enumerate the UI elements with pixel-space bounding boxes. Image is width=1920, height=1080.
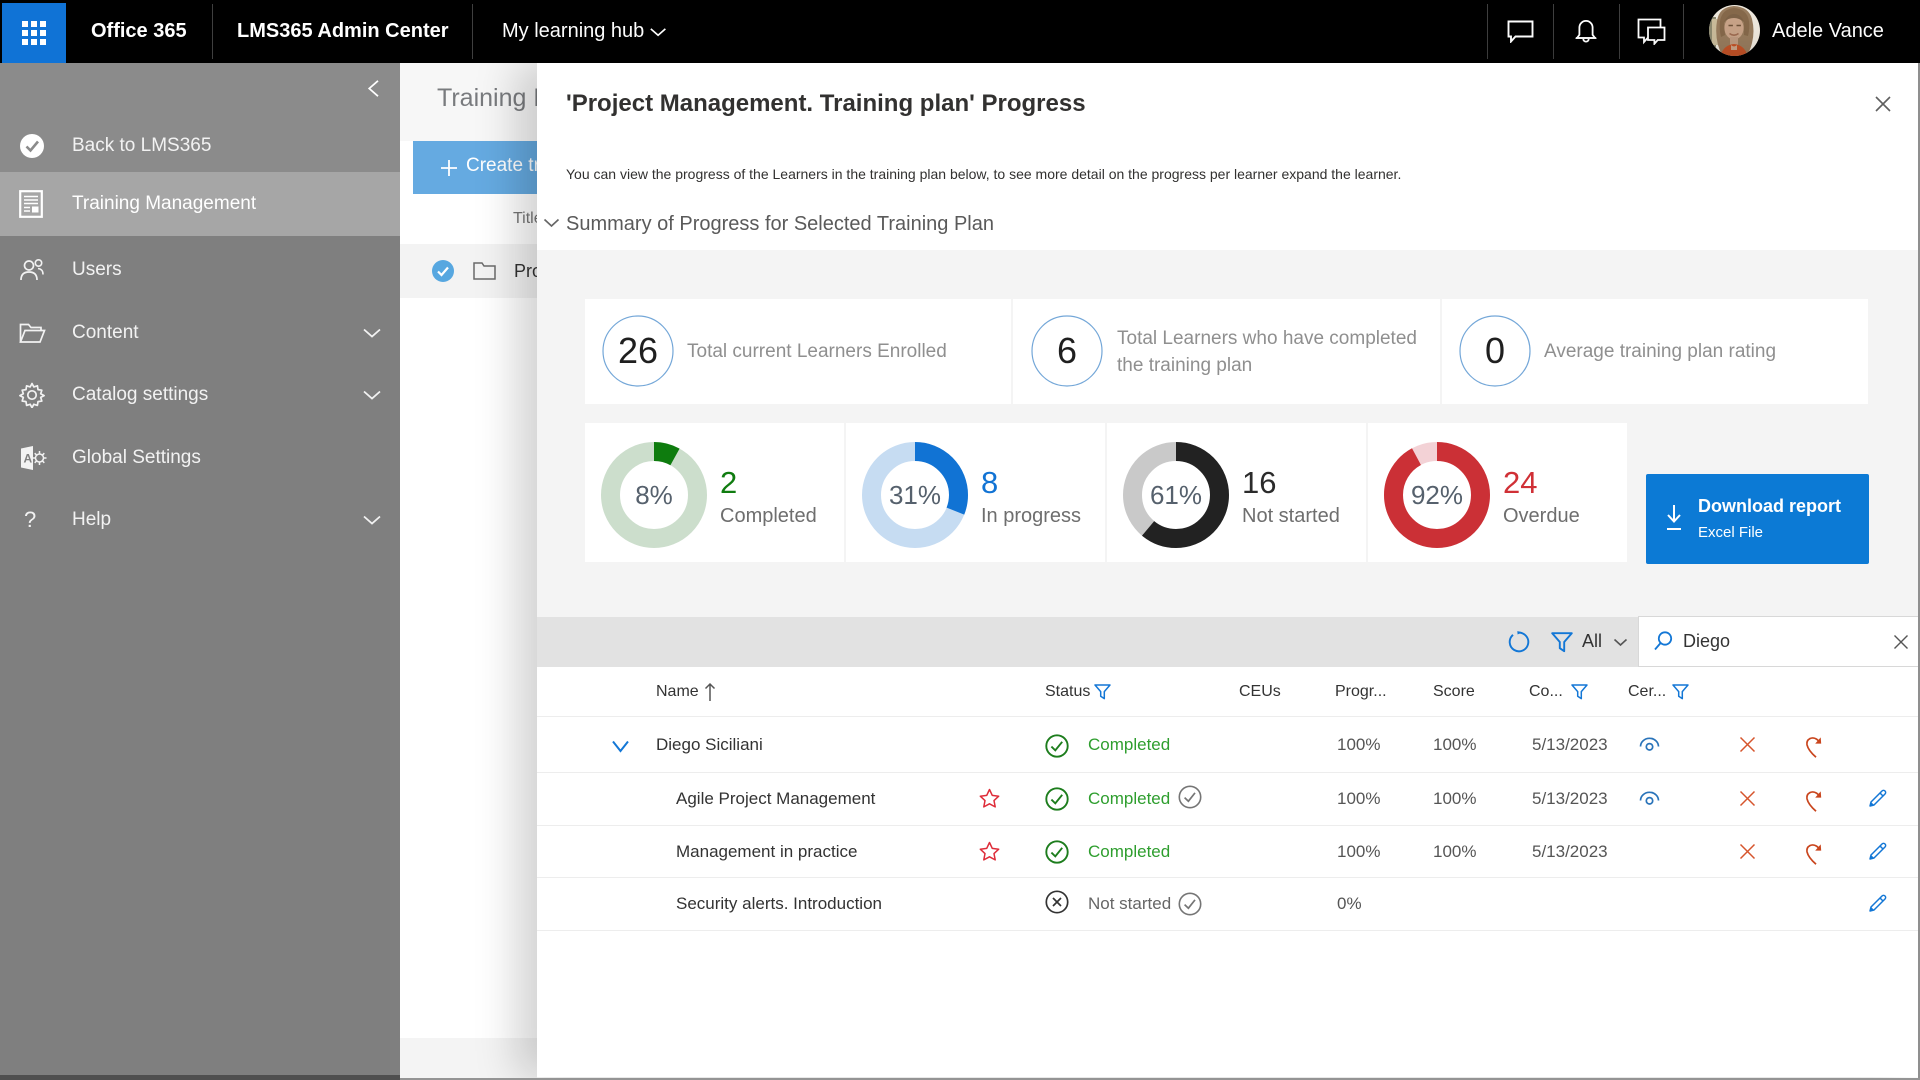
svg-text:A: A bbox=[24, 452, 33, 466]
